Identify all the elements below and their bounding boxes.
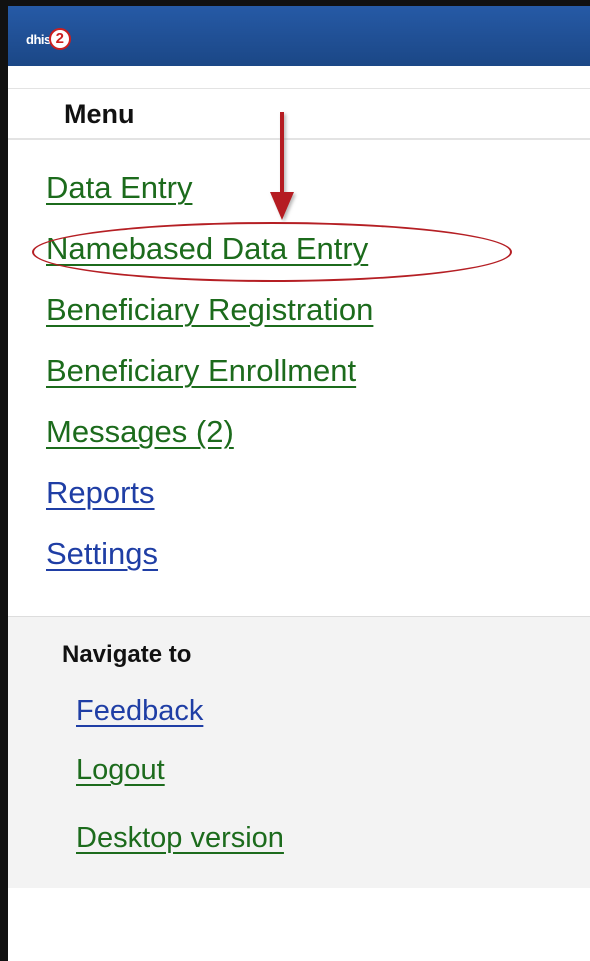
menu-item-reports[interactable]: Reports <box>46 475 155 511</box>
menu-item-settings[interactable]: Settings <box>46 536 158 572</box>
header-bar: dhis 2 <box>8 6 590 66</box>
menu-title: Menu <box>64 99 135 129</box>
menu-item-namebased-data-entry[interactable]: Namebased Data Entry <box>46 231 368 267</box>
logo-text: dhis <box>26 31 51 47</box>
menu-item-messages[interactable]: Messages (2) <box>46 414 234 450</box>
navigate-title: Navigate to <box>62 641 192 668</box>
nav-item-feedback[interactable]: Feedback <box>76 695 203 728</box>
nav-item-desktop-version[interactable]: Desktop version <box>76 822 284 855</box>
logo-badge: 2 <box>48 28 71 50</box>
nav-item-logout[interactable]: Logout <box>76 754 165 787</box>
dhis2-logo[interactable]: dhis 2 <box>26 27 71 51</box>
menu-item-beneficiary-registration[interactable]: Beneficiary Registration <box>46 292 373 328</box>
menu-item-data-entry[interactable]: Data Entry <box>46 170 192 206</box>
menu-item-beneficiary-enrollment[interactable]: Beneficiary Enrollment <box>46 353 356 389</box>
menu-header: Menu <box>8 88 590 140</box>
navigate-section: Navigate to Feedback Logout Desktop vers… <box>8 616 590 888</box>
